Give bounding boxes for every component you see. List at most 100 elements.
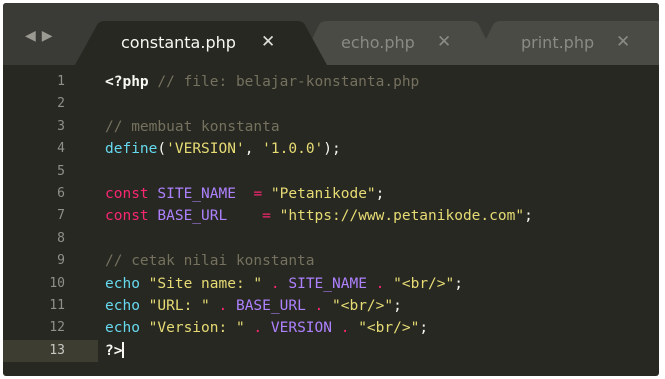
line-number: 9 [57, 253, 65, 269]
code-token: echo [105, 320, 140, 337]
code-token: define [105, 141, 158, 158]
line-number: 13 [49, 342, 65, 358]
code-token: echo [105, 275, 140, 292]
code-token: BASE_URL [157, 208, 228, 225]
code-token: SITE_NAME [288, 275, 367, 292]
editor-window: ◀ ▶ print.php ✕ echo.php ✕ constanta.php… [3, 3, 659, 376]
text-cursor [122, 341, 125, 358]
code-token: // membuat konstanta [105, 118, 280, 135]
code-token: . [314, 298, 324, 314]
code-token: "Version: " [148, 320, 245, 337]
tab-label: print.php [521, 33, 595, 52]
code-token: <?php [105, 74, 149, 90]
line-number: 6 [57, 186, 65, 201]
close-icon[interactable]: ✕ [616, 33, 630, 51]
code-token: . [218, 298, 228, 314]
code-token: ; [375, 186, 385, 202]
code-token: . [253, 320, 263, 337]
line-number: 2 [57, 96, 65, 112]
close-icon[interactable]: ✕ [261, 33, 275, 51]
code-token: "<br/>" [332, 298, 394, 314]
code-token: ( [157, 141, 167, 158]
line-number: 3 [57, 118, 65, 134]
code-token: "<br/>" [358, 320, 420, 337]
line-number: 4 [57, 141, 65, 157]
line-number: 10 [49, 275, 65, 291]
code-token: "<br/>" [393, 275, 455, 292]
code-text[interactable]: <?php // file: belajar-konstanta.php [105, 71, 419, 93]
tab-label: constanta.php [121, 33, 236, 52]
code-text[interactable]: const BASE_URL = "https://www.petanikode… [105, 205, 533, 227]
code-token: = [262, 208, 271, 225]
code-token: const [105, 208, 149, 225]
line-number: 12 [49, 320, 65, 336]
code-token: "https://www.petanikode.com" [279, 208, 525, 225]
code-token: // file: belajar-konstanta.php [148, 74, 420, 90]
code-token: SITE_NAME [157, 186, 236, 202]
code-token: // cetak nilai konstanta [105, 253, 315, 270]
code-token: ; [419, 320, 429, 337]
code-token: VERSION [270, 320, 332, 337]
line-number: 11 [49, 298, 65, 313]
code-token: BASE_URL [235, 298, 306, 314]
code-token: ; [393, 298, 402, 314]
line-number: 5 [57, 163, 65, 179]
tab-constanta-php[interactable]: constanta.php ✕ [75, 21, 327, 65]
code-text[interactable]: // cetak nilai konstanta [105, 250, 315, 272]
line-number: 8 [57, 230, 65, 246]
code-token: "Site name: " [148, 275, 263, 292]
code-token: "Petanikode" [270, 186, 376, 202]
code-text[interactable]: echo "URL: " . BASE_URL . "<br/>"; [105, 295, 402, 317]
back-arrow-icon[interactable]: ◀ [25, 29, 36, 43]
tab-echo-php[interactable]: echo.php ✕ [299, 21, 499, 65]
tab-print-php[interactable]: print.php ✕ [473, 21, 659, 65]
tab-label: echo.php [341, 33, 415, 52]
code-token: echo [105, 298, 140, 314]
code-token: '1.0.0' [262, 141, 324, 158]
code-token: = [253, 186, 263, 202]
code-token: ; [524, 208, 533, 225]
code-token: 'VERSION' [166, 141, 245, 158]
code-token: const [105, 186, 149, 202]
code-text[interactable]: echo "Site name: " . SITE_NAME . "<br/>"… [105, 273, 463, 295]
code-token: ); [323, 141, 341, 158]
code-token: . [270, 275, 280, 292]
code-text[interactable]: define('VERSION', '1.0.0'); [105, 138, 341, 160]
code-token: "URL: " [148, 298, 210, 314]
tab-navigation: ◀ ▶ [25, 29, 53, 43]
code-text[interactable]: ?> [105, 340, 125, 362]
forward-arrow-icon[interactable]: ▶ [42, 29, 53, 43]
line-number: 1 [57, 74, 65, 89]
code-token: ; [454, 275, 463, 292]
code-text[interactable]: const SITE_NAME = "Petanikode"; [105, 183, 384, 205]
line-number: 7 [57, 208, 65, 224]
code-editor[interactable]: 1 <?php // file: belajar-konstanta.php 2 3 /… [3, 65, 659, 376]
code-text[interactable]: // membuat konstanta [105, 116, 280, 138]
close-icon[interactable]: ✕ [437, 33, 451, 51]
code-token: ?> [105, 342, 123, 359]
code-text[interactable]: echo "Version: " . VERSION . "<br/>"; [105, 317, 428, 339]
code-token: , [244, 141, 263, 158]
tab-bar: ◀ ▶ print.php ✕ echo.php ✕ constanta.php… [3, 3, 659, 65]
